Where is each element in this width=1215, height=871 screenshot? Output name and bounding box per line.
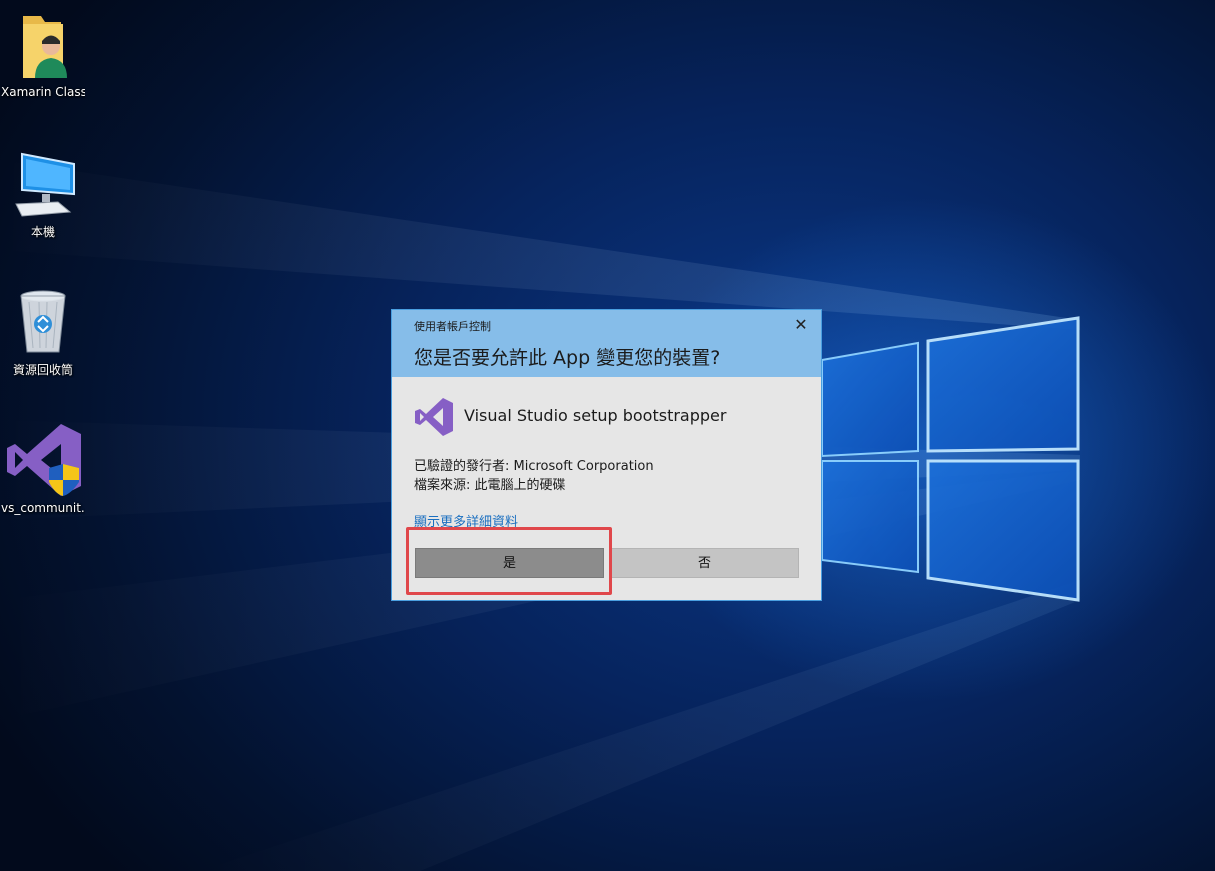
recycle-bin-icon [20,290,66,353]
yes-button[interactable]: 是 [415,548,604,578]
desktop-icon-xamarin-class[interactable]: Xamarin Class [1,10,85,99]
desktop-icon-label: 資源回收筒 [12,363,73,377]
desktop-icon-label: 本機 [30,225,55,239]
visual-studio-icon [415,398,453,436]
desktop: Xamarin Class 本機 資源回收筒 vs_communit... 使用… [0,0,1215,871]
no-button[interactable]: 否 [610,548,799,578]
show-details-link[interactable]: 顯示更多詳細資料 [414,511,518,530]
desktop-icon-vs-community[interactable]: vs_communit... [1,422,85,515]
uac-dialog: 使用者帳戶控制 ✕ 您是否要允許此 App 變更您的裝置? Visual Stu… [391,309,822,601]
computer-icon [15,152,75,217]
visual-studio-installer-icon [7,424,81,496]
user-folder-icon [23,16,67,78]
uac-question: 您是否要允許此 App 變更您的裝置? [414,347,721,369]
uac-caption: 使用者帳戶控制 [414,320,491,333]
close-icon[interactable]: ✕ [791,315,811,335]
desktop-icon-label: Xamarin Class [1,85,85,99]
uac-header: 使用者帳戶控制 ✕ 您是否要允許此 App 變更您的裝置? [392,310,821,377]
desktop-icon-recycle-bin[interactable]: 資源回收筒 [1,288,85,378]
publisher-text: 已驗證的發行者: Microsoft Corporation [414,459,654,474]
app-name: Visual Studio setup bootstrapper [464,406,727,425]
file-origin-text: 檔案來源: 此電腦上的硬碟 [414,478,566,493]
desktop-icon-this-pc[interactable]: 本機 [1,150,85,240]
desktop-icon-label: vs_communit... [1,501,85,515]
